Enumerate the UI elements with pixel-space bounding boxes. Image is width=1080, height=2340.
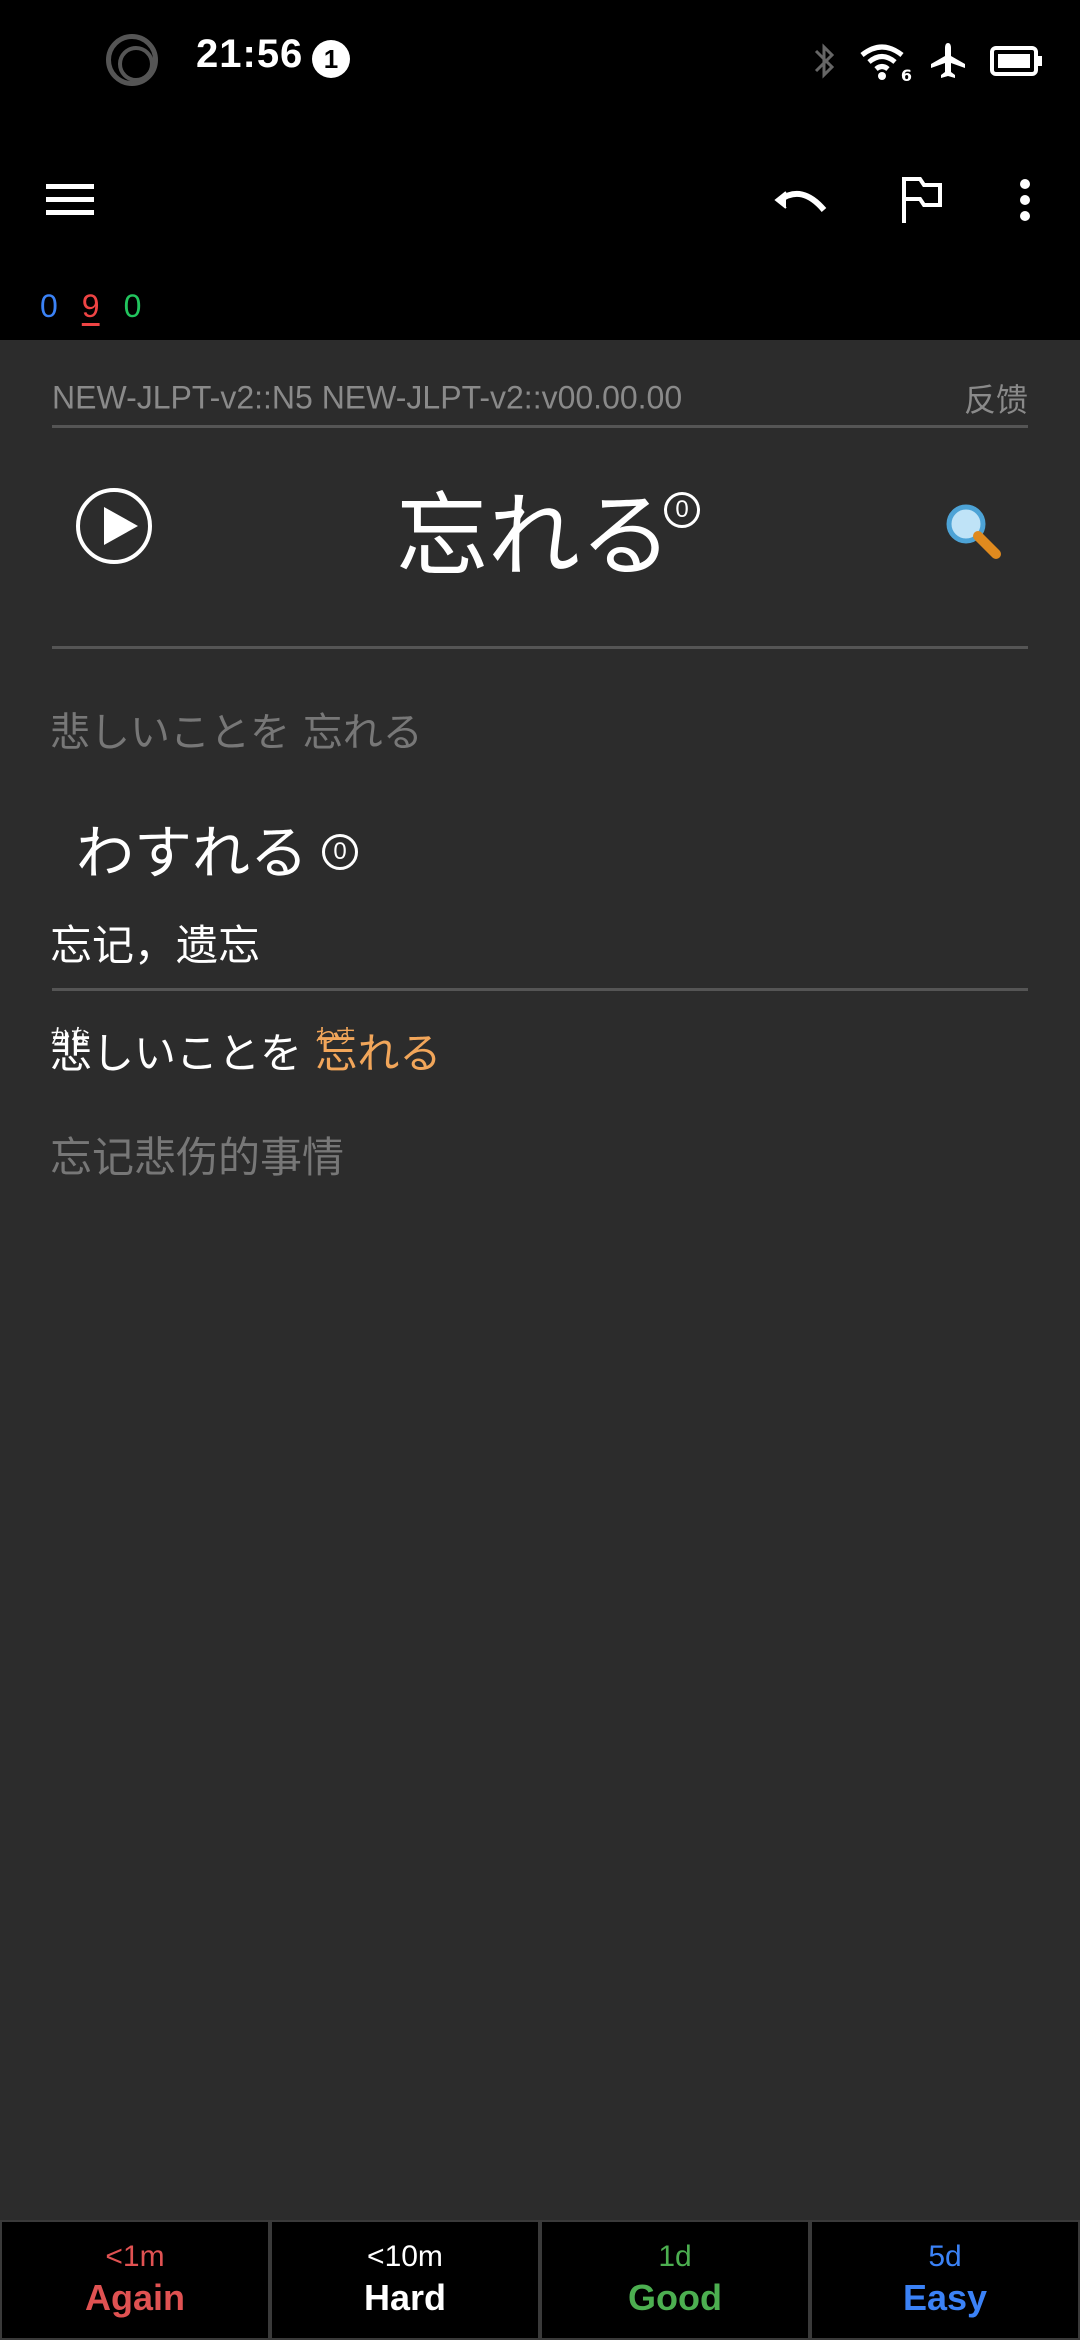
status-time: 21:56: [196, 32, 304, 76]
ruby-base-target: わす 忘れる: [315, 1022, 441, 1086]
bluetooth-icon: [814, 43, 835, 79]
easy-button[interactable]: 5d Easy: [810, 2220, 1080, 2340]
good-interval: 1d: [658, 2240, 692, 2273]
example-sentence-hint: 悲しいことを 忘れる: [50, 710, 423, 756]
again-interval: <1m: [105, 2240, 165, 2273]
more-vert-icon[interactable]: [1000, 160, 1050, 240]
again-label: Again: [84, 2277, 185, 2318]
sentence-translation: 忘记悲伤的事情: [50, 1133, 345, 1182]
meaning: 忘记，遗忘: [50, 921, 261, 970]
wifi-icon: [860, 44, 904, 80]
easy-label: Easy: [902, 2277, 988, 2318]
menu-icon[interactable]: [30, 160, 110, 240]
wifi-badge: 6: [900, 66, 912, 85]
answer-buttons: <1m Again <10m Hard 1d Good 5d Easy: [0, 2220, 1080, 2340]
search-icon[interactable]: [942, 500, 1002, 560]
hard-label: Hard: [363, 2277, 447, 2318]
divider: [52, 988, 1028, 991]
learning-count: 9: [81, 288, 100, 324]
headword: 忘れる: [396, 483, 673, 590]
battery-icon: [990, 46, 1042, 76]
hard-button[interactable]: <10m Hard: [270, 2220, 540, 2340]
pitch-accent-badge: 0: [664, 492, 700, 528]
again-button[interactable]: <1m Again: [0, 2220, 270, 2340]
notification-badge: 1: [312, 40, 350, 78]
undo-icon[interactable]: [760, 160, 840, 240]
furigana: かな: [50, 1024, 90, 1048]
feedback-link[interactable]: 反馈: [964, 375, 1028, 421]
new-count: 0: [40, 288, 58, 324]
furigana-target: わす: [315, 1024, 356, 1048]
play-audio-icon[interactable]: [76, 488, 152, 564]
reading: わすれる: [76, 819, 309, 887]
deck-name: NEW-JLPT-v2::N5 NEW-JLPT-v2::v00.00.00: [52, 379, 683, 416]
ruby-base: かな 悲: [50, 1022, 92, 1086]
record-indicator-icon: [106, 34, 158, 86]
divider: [52, 646, 1028, 649]
review-count: 0: [123, 288, 142, 324]
airplane-icon: [931, 43, 965, 78]
hard-interval: <10m: [367, 2240, 443, 2273]
good-button[interactable]: 1d Good: [540, 2220, 810, 2340]
card-counts: 0 9 0: [40, 288, 141, 325]
sentence-text: しいことを: [92, 1029, 316, 1078]
card-content: NEW-JLPT-v2::N5 NEW-JLPT-v2::v00.00.00 反…: [0, 340, 1080, 2220]
good-label: Good: [628, 2277, 722, 2318]
easy-interval: 5d: [928, 2240, 962, 2273]
reading-pitch-badge: 0: [322, 834, 358, 870]
status-bar: 21:56 1 6: [0, 0, 1080, 120]
deck-header: NEW-JLPT-v2::N5 NEW-JLPT-v2::v00.00.00 反…: [52, 370, 1028, 428]
flag-icon[interactable]: [882, 160, 962, 240]
app-toolbar: [0, 120, 1080, 340]
